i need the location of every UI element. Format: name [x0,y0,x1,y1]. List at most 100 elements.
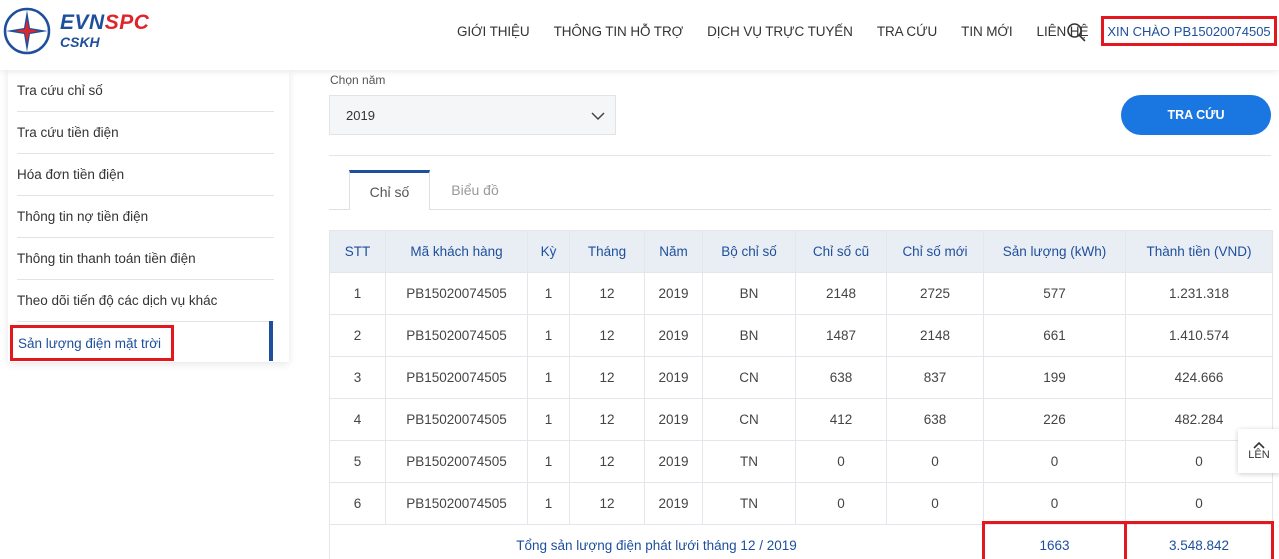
cell-stt: 5 [329,440,386,483]
cell-stt: 3 [329,356,386,399]
year-select[interactable]: 2019 [329,95,616,135]
back-to-top-button[interactable]: LÊN [1238,429,1279,473]
cell-san-luong: 661 [983,314,1126,357]
sidebar-item-thong-tin-no[interactable]: Thông tin nợ tiền điện [17,196,274,238]
table-row: 3 PB15020074505 1 12 2019 CN 638 837 199 424.666 [329,356,1273,399]
col-header-nam: Năm [644,230,703,273]
nav-gioi-thieu[interactable]: GIỚI THIỆU [457,24,530,39]
sidebar-item-tra-cuu-tien-dien[interactable]: Tra cứu tiền điện [17,112,274,154]
user-greeting-link[interactable]: XIN CHÀO PB15020074505 [1101,16,1277,46]
col-header-chi-so-moi: Chỉ số mới [886,230,984,273]
table-row: 4 PB15020074505 1 12 2019 CN 412 638 226 482.284 [329,398,1273,441]
chevron-down-icon [591,112,605,121]
cell-chi-so-cu: 1487 [795,314,887,357]
chevron-up-icon [1253,441,1265,449]
total-row: Tổng sản lượng điện phát lưới tháng 12 /… [329,521,1274,559]
cell-nam: 2019 [644,356,703,399]
cell-bo-chi-so: BN [702,272,796,315]
cell-nam: 2019 [644,314,703,357]
cell-ky: 1 [527,482,570,525]
total-kwh: 1663 [1039,538,1070,553]
cell-chi-so-cu: 2148 [795,272,887,315]
sidebar-item-tra-cuu-chi-so[interactable]: Tra cứu chỉ số [17,70,274,112]
brand-logo-text[interactable]: EVNSPC CSKH [60,12,149,49]
active-indicator-bar [269,321,273,361]
col-header-thang: Tháng [569,230,645,273]
cell-thanh-tien: 0 [1125,482,1273,525]
col-header-chi-so-cu: Chỉ số cũ [795,230,887,273]
cell-san-luong: 226 [983,398,1126,441]
table-row: 1 PB15020074505 1 12 2019 BN 2148 2725 577 1.231.… [329,272,1273,315]
divider [329,155,1271,156]
sidebar-menu: Tra cứu chỉ số Tra cứu tiền điện Hóa đơn… [8,70,289,362]
col-header-thanh-tien: Thành tiền (VND) [1125,230,1273,273]
main-nav: GIỚI THIỆU THÔNG TIN HỖ TRỢ DỊCH VỤ TRỰC… [457,0,1112,62]
brand-cskh: CSKH [60,34,100,50]
cell-ma-khach-hang: PB15020074505 [385,482,528,525]
cell-san-luong: 0 [983,440,1126,483]
tab-chi-so[interactable]: Chỉ số [349,170,430,210]
evn-logo-icon[interactable] [3,7,51,55]
cell-ky: 1 [527,314,570,357]
sidebar-item-hoa-don-tien-dien[interactable]: Hóa đơn tiền điện [17,154,274,196]
cell-thanh-tien: 1.231.318 [1125,272,1273,315]
cell-thanh-tien: 424.666 [1125,356,1273,399]
cell-san-luong: 199 [983,356,1126,399]
year-select-label: Chọn năm [330,73,386,87]
cell-thang: 12 [569,356,645,399]
cell-ma-khach-hang: PB15020074505 [385,272,528,315]
cell-bo-chi-so: CN [702,398,796,441]
tra-cuu-button[interactable]: TRA CỨU [1121,95,1271,135]
nav-tra-cuu[interactable]: TRA CỨU [877,24,937,39]
cell-nam: 2019 [644,482,703,525]
cell-ma-khach-hang: PB15020074505 [385,398,528,441]
col-header-san-luong: Sản lượng (kWh) [983,230,1126,273]
cell-bo-chi-so: TN [702,440,796,483]
nav-thong-tin-ho-tro[interactable]: THÔNG TIN HỖ TRỢ [554,24,684,39]
cell-stt: 2 [329,314,386,357]
cell-bo-chi-so: BN [702,314,796,357]
total-kwh-cell: 1663 [982,521,1127,559]
cell-ky: 1 [527,272,570,315]
col-header-bo-chi-so: Bộ chỉ số [702,230,796,273]
site-header: EVNSPC CSKH GIỚI THIỆU THÔNG TIN HỖ TRỢ … [0,0,1279,70]
cell-chi-so-cu: 0 [795,440,887,483]
brand-evn: EVN [60,11,105,34]
tab-bieu-do[interactable]: Biểu đồ [440,170,510,210]
cell-thang: 12 [569,482,645,525]
total-vnd: 3.548.842 [1168,538,1230,553]
nav-dich-vu-truc-tuyen[interactable]: DỊCH VỤ TRỰC TUYẾN [707,24,853,39]
sidebar-item-thong-tin-thanh-toan[interactable]: Thông tin thanh toán tiền điện [17,238,274,280]
cell-chi-so-moi: 2148 [886,314,984,357]
cell-san-luong: 577 [983,272,1126,315]
table-row: 6 PB15020074505 1 12 2019 TN 0 0 0 0 [329,482,1273,525]
cell-thanh-tien: 1.410.574 [1125,314,1273,357]
nav-tin-moi[interactable]: TIN MỚI [961,24,1012,39]
back-to-top-label: LÊN [1248,449,1270,461]
cell-thang: 12 [569,440,645,483]
total-label: Tổng sản lượng điện phát lưới tháng 12 /… [329,524,984,559]
search-icon[interactable] [1066,22,1086,42]
col-header-ma-khach-hang: Mã khách hàng [385,230,528,273]
sidebar-item-san-luong-dien-mat-troi[interactable]: Sản lượng điện mặt trời [8,321,274,361]
cell-chi-so-moi: 0 [886,482,984,525]
cell-thang: 12 [569,314,645,357]
year-select-value: 2019 [346,107,375,123]
cell-chi-so-moi: 2725 [886,272,984,315]
cell-chi-so-cu: 412 [795,398,887,441]
cell-ky: 1 [527,356,570,399]
cell-stt: 4 [329,398,386,441]
cell-stt: 6 [329,482,386,525]
cell-nam: 2019 [644,272,703,315]
cell-ma-khach-hang: PB15020074505 [385,314,528,357]
meter-readings-table: STT Mã khách hàng Kỳ Tháng Năm Bộ chỉ số… [329,230,1274,559]
cell-chi-so-moi: 837 [886,356,984,399]
table-header-row: STT Mã khách hàng Kỳ Tháng Năm Bộ chỉ số… [329,230,1273,273]
sidebar-item-theo-doi-tien-do[interactable]: Theo dõi tiến độ các dịch vụ khác [17,280,274,322]
cell-ma-khach-hang: PB15020074505 [385,440,528,483]
col-header-stt: STT [329,230,386,273]
cell-san-luong: 0 [983,482,1126,525]
sidebar-active-label: Sản lượng điện mặt trời [10,325,175,361]
cell-nam: 2019 [644,398,703,441]
cell-chi-so-moi: 0 [886,440,984,483]
